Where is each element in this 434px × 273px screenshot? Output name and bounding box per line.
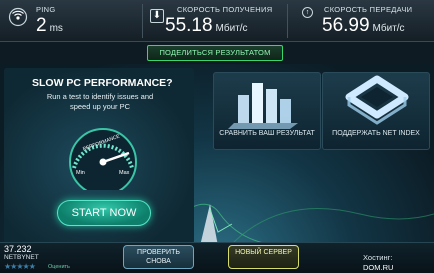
host-label: Хостинг:: [363, 253, 393, 262]
performance-gauge-icon: [69, 128, 137, 190]
results-header: PING 2 ms ⬇ СКОРОСТЬ ПОЛУЧЕНИЯ 55.18 Мбит/…: [0, 0, 434, 42]
download-value: 55.18 Мбит/с: [165, 15, 248, 36]
isp-name: NETBYNET: [4, 254, 39, 261]
upload-value: 56.99 Мбит/с: [322, 15, 405, 36]
promo-title: SLOW PC PERFORMANCE?: [32, 77, 173, 89]
rate-link[interactable]: Оценить: [48, 264, 70, 270]
bar-chart-icon: [228, 83, 298, 129]
upload-arrow-icon: ↑: [302, 7, 313, 18]
compare-results-card[interactable]: СРАВНИТЬ ВАШ РЕЗУЛЬТАТ: [213, 72, 321, 150]
support-net-index-label: ПОДДЕРЖАТЬ NET INDEX: [332, 130, 420, 137]
gauge-max: Max: [119, 170, 130, 176]
new-server-button[interactable]: НОВЫЙ СЕРВЕР: [228, 245, 299, 269]
support-net-index-card[interactable]: ПОДДЕРЖАТЬ NET INDEX: [322, 72, 430, 150]
download-label: СКОРОСТЬ ПОЛУЧЕНИЯ: [177, 5, 273, 14]
compare-results-label: СРАВНИТЬ ВАШ РЕЗУЛЬТАТ: [219, 130, 315, 137]
share-result-button[interactable]: ПОДЕЛИТЬСЯ РЕЗУЛЬТАТОМ: [147, 45, 283, 61]
upload-label: СКОРОСТЬ ПЕРЕДАЧИ: [324, 5, 413, 14]
retry-test-button[interactable]: ПРОВЕРИТЬ СНОВА: [123, 245, 194, 269]
ping-value: 2 ms: [36, 15, 63, 36]
host-value: DOM.RU: [363, 263, 394, 272]
ping-label: PING: [36, 5, 56, 14]
signal-icon: [8, 7, 28, 27]
download-arrow-icon: ⬇: [150, 9, 164, 23]
upload-stat: ↑ СКОРОСТЬ ПЕРЕДАЧИ 56.99 Мбит/с: [288, 0, 434, 42]
promo-subtitle: Run a test to identify issues and speed …: [46, 92, 154, 111]
download-stat: ⬇ СКОРОСТЬ ПОЛУЧЕНИЯ 55.18 Мбит/с: [143, 0, 287, 42]
ping-stat: PING 2 ms: [0, 0, 142, 42]
rating-stars-icon[interactable]: ★★★★★: [4, 262, 36, 271]
ip-address: 37.232: [4, 244, 32, 254]
net-index-icon: [345, 75, 409, 125]
start-now-button[interactable]: START NOW: [57, 200, 151, 226]
gauge-min: Min: [76, 170, 85, 176]
